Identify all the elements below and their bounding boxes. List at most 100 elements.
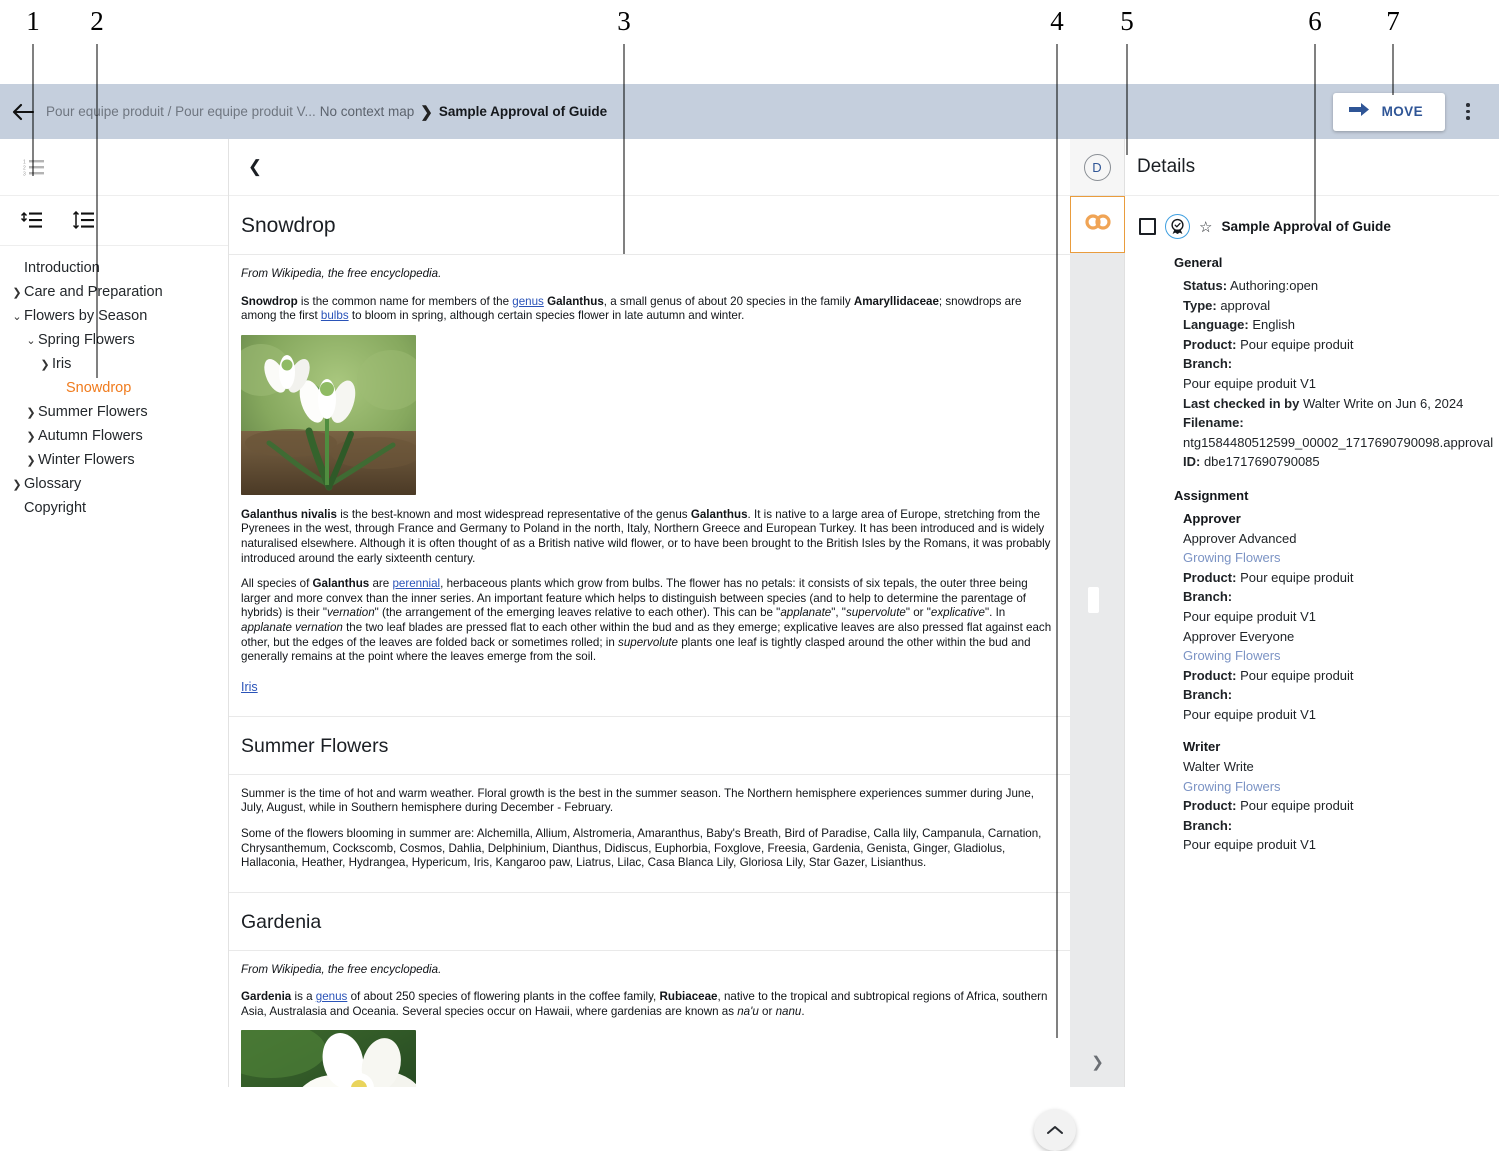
application-window: Pour equipe produit / Pour equipe produi…	[0, 84, 1499, 1151]
tree-item-iris[interactable]: ❯ Iris	[0, 352, 228, 376]
tree-item-flowers-by-season[interactable]: ⌄ Flowers by Season	[0, 304, 228, 328]
chevron-right-icon[interactable]: ❯	[24, 454, 38, 467]
tree-item-care-and-preparation[interactable]: ❯ Care and Preparation	[0, 280, 228, 304]
general-field: Type: approval	[1183, 296, 1485, 316]
tree-item-label: Spring Flowers	[38, 332, 135, 348]
term-galanthus-3: Galanthus	[312, 577, 370, 591]
assignment-value: Walter Write	[1183, 759, 1254, 775]
text: .	[801, 1004, 805, 1018]
tree-item-copyright[interactable]: Copyright	[0, 496, 228, 520]
text: of about 250 species of flowering plants…	[347, 990, 660, 1004]
star-outline-icon[interactable]: ☆	[1199, 218, 1212, 236]
field-key: Branch:	[1183, 687, 1233, 703]
field-key: Branch:	[1183, 817, 1233, 833]
tree-item-label: Glossary	[24, 476, 82, 492]
breadcrumb-context-map[interactable]: No context map	[320, 104, 421, 119]
chevron-right-icon[interactable]: ❯	[38, 358, 52, 371]
field-key: Branch:	[1183, 356, 1233, 372]
chevron-down-icon[interactable]: ⌄	[10, 310, 24, 323]
assignment-role-heading: Approver	[1183, 510, 1241, 526]
chevron-right-icon[interactable]: ❯	[24, 406, 38, 419]
move-button-label: MOVE	[1381, 104, 1423, 119]
tree-item-winter-flowers[interactable]: ❯ Winter Flowers	[0, 448, 228, 472]
scroll-to-top-button[interactable]	[1034, 1109, 1076, 1151]
checkbox-unchecked-icon[interactable]	[1139, 218, 1156, 235]
text: is the best-known and most widespread re…	[337, 507, 691, 521]
top-toolbar-actions: MOVE	[1332, 92, 1499, 131]
arrow-right-icon	[1348, 102, 1370, 122]
assignment-group-link[interactable]: Growing Flowers	[1183, 550, 1281, 565]
link-genus[interactable]: genus	[512, 295, 544, 308]
general-field: Product: Pour equipe produit	[1183, 335, 1485, 355]
general-field: ID: dbe1717690790085	[1183, 452, 1485, 472]
link-genus-2[interactable]: genus	[316, 990, 348, 1003]
assignment-fields: Approver Approver Advanced Growing Flowers…	[1139, 509, 1485, 855]
tree-item-label: Summer Flowers	[38, 404, 148, 420]
panel-drag-handle[interactable]	[1088, 587, 1099, 613]
breadcrumb-path[interactable]: Pour equipe produit / Pour equipe produi…	[46, 104, 320, 119]
assignment-group-link[interactable]: Growing Flowers	[1183, 779, 1281, 794]
assignment-link-row: Growing Flowers	[1183, 548, 1485, 568]
text: is the common name for members of the	[297, 294, 513, 308]
expand-all-icon[interactable]	[12, 201, 52, 241]
field-value: English	[1248, 317, 1295, 333]
approval-badge-icon	[1165, 214, 1190, 239]
text: , a small genus of about 20 species in t…	[603, 294, 854, 308]
document-header-bar: ❮	[229, 139, 1070, 196]
chevron-right-icon[interactable]: ❯	[10, 286, 24, 299]
field-key: Language:	[1183, 317, 1249, 333]
term-nanu: nanu	[775, 1004, 802, 1018]
chevron-right-icon[interactable]: ❯	[1070, 1045, 1125, 1079]
tree-item-spring-flowers[interactable]: ⌄ Spring Flowers	[0, 328, 228, 352]
chevron-left-icon[interactable]: ❮	[237, 149, 273, 185]
tree-item-glossary[interactable]: ❯ Glossary	[0, 472, 228, 496]
text: to bloom in spring, although certain spe…	[348, 309, 745, 323]
avatar[interactable]: D	[1083, 153, 1111, 181]
rail-tab-links[interactable]	[1070, 196, 1125, 253]
general-field: Filename: ntg1584480512599_00002_1717690…	[1183, 413, 1493, 452]
term-explicative: explicative	[930, 606, 986, 620]
assignment-group-link[interactable]: Growing Flowers	[1183, 648, 1281, 663]
field-key: Status:	[1183, 278, 1228, 293]
tree-item-snowdrop[interactable]: Snowdrop	[0, 376, 228, 400]
tree-item-introduction[interactable]: Introduction	[0, 256, 228, 280]
tree-item-autumn-flowers[interactable]: ❯ Autumn Flowers	[0, 424, 228, 448]
document-scroll-area[interactable]: Snowdrop From Wikipedia, the free encycl…	[229, 196, 1070, 1087]
top-toolbar: Pour equipe produit / Pour equipe produi…	[0, 84, 1499, 139]
general-field: Pour equipe produit V1	[1183, 374, 1485, 394]
callout-number-4: 4	[1050, 6, 1064, 36]
tree-item-label: Iris	[52, 356, 72, 372]
section-title-summer: Summer Flowers	[241, 734, 389, 757]
link-iris[interactable]: Iris	[241, 680, 258, 694]
collapse-all-icon[interactable]	[64, 201, 104, 241]
assignment-field: Branch:	[1183, 816, 1485, 836]
tree-item-summer-flowers[interactable]: ❯ Summer Flowers	[0, 400, 228, 424]
field-value: dbe1717690790085	[1200, 454, 1320, 470]
kebab-menu-icon[interactable]	[1451, 93, 1485, 131]
link-perennial[interactable]: perennial	[392, 577, 440, 590]
gardenia-section: From Wikipedia, the free encyclopedia. G…	[229, 951, 1070, 1087]
summer-paragraph-2: Some of the flowers blooming in summer a…	[241, 826, 1042, 870]
move-button[interactable]: MOVE	[1332, 92, 1445, 131]
field-key: ID:	[1183, 454, 1201, 470]
back-arrow-icon[interactable]	[0, 84, 46, 139]
gardenia-paragraph-1: Gardenia is a genus of about 250 species…	[241, 990, 1054, 1019]
term-snowdrop: Snowdrop	[241, 294, 298, 308]
field-key: Product:	[1183, 569, 1237, 585]
assignment-field: Branch:	[1183, 587, 1485, 607]
chevron-right-icon[interactable]: ❯	[10, 478, 24, 491]
tree-item-label: Winter Flowers	[38, 452, 135, 468]
term-galanthus-2: Galanthus	[690, 507, 748, 521]
gardenia-source: From Wikipedia, the free encyclopedia.	[241, 962, 442, 976]
field-key: Type:	[1183, 297, 1217, 313]
text: ", "	[831, 606, 846, 620]
field-key: Branch:	[1183, 589, 1233, 605]
chevron-down-icon[interactable]: ⌄	[24, 334, 38, 347]
svg-text:3: 3	[23, 172, 26, 177]
general-field: Branch:	[1183, 354, 1485, 374]
numbered-list-icon[interactable]: 1 2 3	[14, 147, 54, 187]
link-bulbs[interactable]: bulbs	[321, 309, 349, 322]
term-galanthus-nivalis: Galanthus nivalis	[241, 507, 337, 521]
chevron-right-icon[interactable]: ❯	[24, 430, 38, 443]
term-amaryllidaceae: Amaryllidaceae	[853, 294, 939, 308]
